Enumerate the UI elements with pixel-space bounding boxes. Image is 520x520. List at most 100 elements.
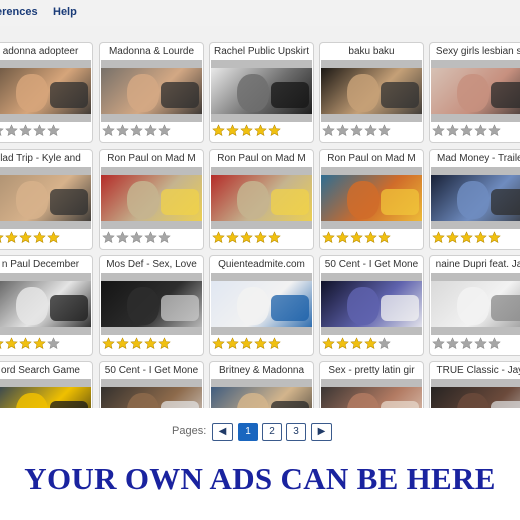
- video-card[interactable]: adonna adopteer: [0, 42, 93, 143]
- video-title[interactable]: n Paul December: [0, 259, 92, 273]
- star-rating[interactable]: [212, 337, 311, 351]
- star-rating[interactable]: [0, 337, 90, 351]
- star-filled-icon[interactable]: [0, 337, 4, 350]
- star-empty-icon[interactable]: [364, 124, 377, 137]
- video-thumbnail[interactable]: [431, 167, 520, 229]
- video-thumbnail[interactable]: [0, 379, 91, 408]
- menu-help[interactable]: Help: [53, 6, 77, 18]
- star-empty-icon[interactable]: [144, 124, 157, 137]
- video-card[interactable]: lad Trip - Kyle and: [0, 149, 93, 250]
- video-title[interactable]: baku baku: [320, 46, 423, 60]
- star-filled-icon[interactable]: [268, 124, 281, 137]
- star-filled-icon[interactable]: [488, 231, 501, 244]
- video-thumbnail[interactable]: [321, 273, 422, 335]
- star-filled-icon[interactable]: [322, 337, 335, 350]
- star-rating[interactable]: [432, 124, 520, 138]
- star-empty-icon[interactable]: [102, 231, 115, 244]
- star-filled-icon[interactable]: [19, 337, 32, 350]
- star-filled-icon[interactable]: [19, 231, 32, 244]
- video-title[interactable]: Ron Paul on Mad M: [320, 153, 423, 167]
- video-thumbnail[interactable]: [0, 273, 91, 335]
- video-title[interactable]: lad Trip - Kyle and: [0, 153, 92, 167]
- star-filled-icon[interactable]: [102, 337, 115, 350]
- prev-page-button[interactable]: ◀: [212, 423, 233, 441]
- star-filled-icon[interactable]: [240, 337, 253, 350]
- video-title[interactable]: Quienteadmite.com: [210, 259, 313, 273]
- star-empty-icon[interactable]: [47, 337, 60, 350]
- video-card[interactable]: Mos Def - Sex, Love: [99, 255, 204, 356]
- video-card[interactable]: TRUE Classic - Jay-: [429, 361, 520, 408]
- video-thumbnail[interactable]: [101, 60, 202, 122]
- star-empty-icon[interactable]: [116, 231, 129, 244]
- video-title[interactable]: Britney & Madonna: [210, 365, 313, 379]
- video-title[interactable]: 50 Cent - I Get Mone: [100, 365, 203, 379]
- video-thumbnail[interactable]: [101, 167, 202, 229]
- star-rating[interactable]: [322, 337, 421, 351]
- video-card[interactable]: baku baku: [319, 42, 424, 143]
- star-rating[interactable]: [432, 231, 520, 245]
- star-filled-icon[interactable]: [364, 337, 377, 350]
- star-rating[interactable]: [322, 124, 421, 138]
- video-thumbnail[interactable]: [0, 167, 91, 229]
- menu-preferences[interactable]: erences: [0, 6, 38, 18]
- star-empty-icon[interactable]: [488, 124, 501, 137]
- star-empty-icon[interactable]: [47, 124, 60, 137]
- star-rating[interactable]: [0, 231, 90, 245]
- star-empty-icon[interactable]: [102, 124, 115, 137]
- star-filled-icon[interactable]: [364, 231, 377, 244]
- video-title[interactable]: Sexy girls lesbian se: [430, 46, 520, 60]
- star-empty-icon[interactable]: [432, 337, 445, 350]
- star-rating[interactable]: [102, 124, 201, 138]
- video-title[interactable]: Ron Paul on Mad M: [210, 153, 313, 167]
- video-thumbnail[interactable]: [211, 379, 312, 408]
- star-filled-icon[interactable]: [254, 124, 267, 137]
- star-filled-icon[interactable]: [350, 231, 363, 244]
- video-title[interactable]: ord Search Game: [0, 365, 92, 379]
- video-title[interactable]: 50 Cent - I Get Mone: [320, 259, 423, 273]
- star-empty-icon[interactable]: [336, 124, 349, 137]
- star-rating[interactable]: [322, 231, 421, 245]
- star-empty-icon[interactable]: [158, 124, 171, 137]
- video-title[interactable]: Ron Paul on Mad M: [100, 153, 203, 167]
- video-thumbnail[interactable]: [321, 379, 422, 408]
- video-title[interactable]: Mad Money - Trailer: [430, 153, 520, 167]
- star-filled-icon[interactable]: [33, 231, 46, 244]
- video-card[interactable]: Sexy girls lesbian se: [429, 42, 520, 143]
- star-filled-icon[interactable]: [212, 124, 225, 137]
- page-button-2[interactable]: 2: [262, 423, 282, 441]
- star-empty-icon[interactable]: [474, 124, 487, 137]
- video-card[interactable]: Sex - pretty latin gir: [319, 361, 424, 408]
- star-filled-icon[interactable]: [0, 231, 4, 244]
- star-filled-icon[interactable]: [226, 124, 239, 137]
- video-card[interactable]: 50 Cent - I Get Mone: [99, 361, 204, 408]
- star-filled-icon[interactable]: [350, 337, 363, 350]
- star-filled-icon[interactable]: [144, 337, 157, 350]
- video-card[interactable]: Britney & Madonna: [209, 361, 314, 408]
- star-empty-icon[interactable]: [432, 124, 445, 137]
- video-thumbnail[interactable]: [211, 60, 312, 122]
- star-filled-icon[interactable]: [254, 337, 267, 350]
- video-card[interactable]: 50 Cent - I Get Mone: [319, 255, 424, 356]
- star-empty-icon[interactable]: [322, 124, 335, 137]
- star-empty-icon[interactable]: [5, 124, 18, 137]
- star-rating[interactable]: [102, 337, 201, 351]
- star-filled-icon[interactable]: [474, 231, 487, 244]
- star-filled-icon[interactable]: [336, 337, 349, 350]
- video-card[interactable]: Ron Paul on Mad M: [209, 149, 314, 250]
- video-title[interactable]: Sex - pretty latin gir: [320, 365, 423, 379]
- star-filled-icon[interactable]: [322, 231, 335, 244]
- video-thumbnail[interactable]: [211, 167, 312, 229]
- star-filled-icon[interactable]: [116, 337, 129, 350]
- star-empty-icon[interactable]: [33, 124, 46, 137]
- video-thumbnail[interactable]: [431, 379, 520, 408]
- video-thumbnail[interactable]: [431, 60, 520, 122]
- star-filled-icon[interactable]: [212, 231, 225, 244]
- star-empty-icon[interactable]: [130, 124, 143, 137]
- star-empty-icon[interactable]: [0, 124, 4, 137]
- video-title[interactable]: adonna adopteer: [0, 46, 92, 60]
- video-thumbnail[interactable]: [431, 273, 520, 335]
- video-card[interactable]: Rachel Public Upskirt: [209, 42, 314, 143]
- star-empty-icon[interactable]: [378, 337, 391, 350]
- video-card[interactable]: Ron Paul on Mad M: [99, 149, 204, 250]
- video-thumbnail[interactable]: [211, 273, 312, 335]
